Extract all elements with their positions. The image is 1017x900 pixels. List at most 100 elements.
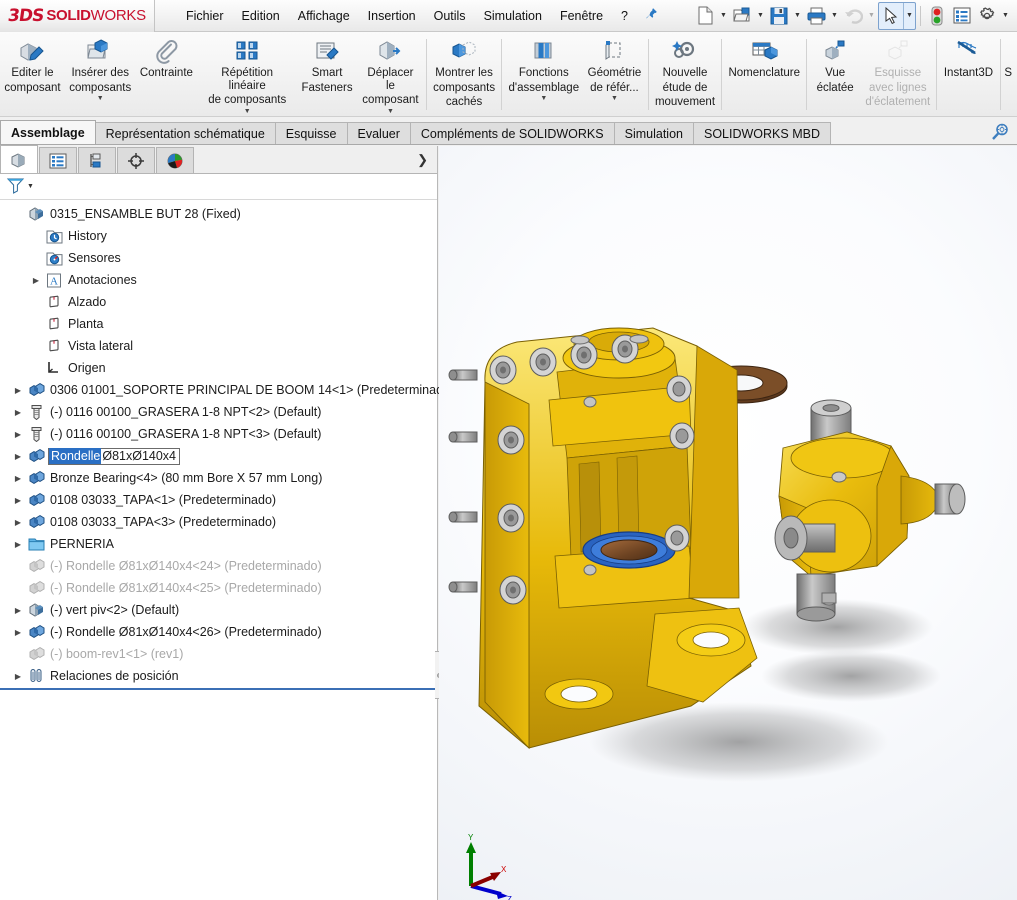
tree-item-history[interactable]: History <box>0 225 437 247</box>
chevron-right-icon[interactable]: ▶ <box>10 408 26 417</box>
assembly-3d-model[interactable]: Y Z X <box>439 146 1017 900</box>
menu-help[interactable]: ? <box>612 5 637 27</box>
menu-simulation[interactable]: Simulation <box>475 5 551 27</box>
solidworks-logo[interactable]: 3DS SOLID WORKS <box>0 0 155 32</box>
configuration-manager-tab[interactable] <box>78 147 116 173</box>
move-component-button[interactable]: Déplacer le composant ▼ <box>357 35 424 116</box>
assembly-features-button[interactable]: Fonctions d'assemblage ▼ <box>504 35 583 103</box>
tree-item-tapa-3[interactable]: ▶ 0108 03033_TAPA<3> (Predeterminado) <box>0 511 437 533</box>
open-document-icon[interactable] <box>730 3 754 29</box>
tree-item-grasera-3[interactable]: ▶ (-) 0116 00100_GRASERA 1-8 NPT<3> (Defa… <box>0 423 437 445</box>
tree-item-boom-rev1[interactable]: (-) boom-rev1<1> (rev1) <box>0 643 437 665</box>
tree-item-vista-lateral[interactable]: Vista lateral <box>0 335 437 357</box>
tree-item-perneria[interactable]: ▶ PERNERIA <box>0 533 437 555</box>
assembly-features-dropdown-icon[interactable]: ▼ <box>540 95 547 103</box>
tree-item-soporte-principal[interactable]: ▶ 0306 01001_SOPORTE PRINCIPAL DE BOOM 14… <box>0 379 454 401</box>
save-icon[interactable] <box>767 3 791 29</box>
tree-item-rondelle-26[interactable]: ▶ (-) Rondelle Ø81xØ140x4<26> (Predetermi… <box>0 621 437 643</box>
feature-tree-filter[interactable]: ▼ <box>0 174 437 200</box>
svg-text:A: A <box>50 275 58 287</box>
tab-representation-schematique[interactable]: Représentation schématique <box>94 122 276 144</box>
exploded-view-button[interactable]: Vue éclatée <box>809 35 861 94</box>
instant3d-button[interactable]: Instant3D <box>939 35 997 80</box>
chevron-right-icon[interactable]: ▶ <box>10 452 26 461</box>
tab-esquisse[interactable]: Esquisse <box>274 122 348 144</box>
reference-geometry-button[interactable]: Géométrie de référ... ▼ <box>583 35 645 103</box>
display-manager-tab[interactable] <box>156 147 194 173</box>
undo-dropdown-icon[interactable]: ▼ <box>866 3 877 29</box>
linear-pattern-dropdown-icon[interactable]: ▼ <box>244 108 251 116</box>
tree-item-sensores[interactable]: Sensores <box>0 247 437 269</box>
tree-item-rondelle-24[interactable]: (-) Rondelle Ø81xØ140x4<24> (Predetermin… <box>0 555 437 577</box>
tab-assemblage[interactable]: Assemblage <box>0 120 96 144</box>
new-document-icon[interactable] <box>693 3 717 29</box>
menu-fenetre[interactable]: Fenêtre <box>551 5 612 27</box>
open-document-dropdown-icon[interactable]: ▼ <box>755 3 766 29</box>
tab-solidworks-mbd[interactable]: SOLIDWORKS MBD <box>692 122 831 144</box>
menu-insertion[interactable]: Insertion <box>359 5 425 27</box>
reference-geometry-dropdown-icon[interactable]: ▼ <box>611 95 618 103</box>
chevron-right-icon[interactable]: ▶ <box>10 474 26 483</box>
rename-input[interactable]: Rondelle Ø81xØ140x4 <box>48 447 181 465</box>
property-manager-tab[interactable] <box>39 147 77 173</box>
show-hidden-components-button[interactable]: Montrer les composants cachés <box>429 35 500 109</box>
chevron-right-icon[interactable]: ▶ <box>10 386 26 395</box>
edit-component-button[interactable]: Editer le composant <box>0 35 65 94</box>
print-dropdown-icon[interactable]: ▼ <box>829 3 840 29</box>
tree-item-rondelle-editing[interactable]: ▶ Rondelle Ø81xØ140x4 <box>0 445 437 467</box>
tab-evaluer[interactable]: Evaluer <box>346 122 411 144</box>
chevron-right-icon[interactable]: ▶ <box>10 430 26 439</box>
chevron-right-icon[interactable]: ▶ <box>10 496 26 505</box>
pushpin-icon[interactable] <box>645 7 658 24</box>
menu-fichier[interactable]: Fichier <box>177 5 233 27</box>
bill-of-materials-button[interactable]: Nomenclature <box>724 35 804 80</box>
tree-item-rondelle-25[interactable]: (-) Rondelle Ø81xØ140x4<25> (Predetermin… <box>0 577 437 599</box>
move-component-dropdown-icon[interactable]: ▼ <box>387 108 394 116</box>
menu-outils[interactable]: Outils <box>425 5 475 27</box>
menu-edition[interactable]: Edition <box>233 5 289 27</box>
menu-affichage[interactable]: Affichage <box>289 5 359 27</box>
graphics-viewport[interactable]: Y Z X <box>439 146 1017 900</box>
tree-item-bronze-bearing[interactable]: ▶ Bronze Bearing<4> (80 mm Bore X 57 mm L… <box>0 467 437 489</box>
magnifier-search-icon[interactable] <box>991 123 1009 144</box>
chevron-right-icon[interactable]: ❯ <box>417 152 437 173</box>
dimxpert-manager-tab[interactable] <box>117 147 155 173</box>
undo-icon[interactable] <box>841 3 865 29</box>
new-document-dropdown-icon[interactable]: ▼ <box>718 3 729 29</box>
feature-tree-tab[interactable] <box>0 145 38 173</box>
settings-gear-icon[interactable] <box>975 3 999 29</box>
filter-dropdown-icon[interactable]: ▼ <box>27 183 34 190</box>
chevron-right-icon[interactable]: ▶ <box>10 628 26 637</box>
tree-item-vert-piv-2[interactable]: ▶ (-) vert piv<2> (Default) <box>0 599 437 621</box>
save-dropdown-icon[interactable]: ▼ <box>792 3 803 29</box>
tree-item-anotaciones[interactable]: ▶ A Anotaciones <box>0 269 437 291</box>
ribbon-overflow-button[interactable]: S <box>1002 35 1016 80</box>
tree-item-alzado[interactable]: Alzado <box>0 291 437 313</box>
smart-fasteners-button[interactable]: Smart Fasteners <box>297 35 357 94</box>
insert-components-button[interactable]: Insérer des composants ▼ <box>65 35 136 103</box>
tree-item-tapa-1[interactable]: ▶ 0108 03033_TAPA<1> (Predeterminado) <box>0 489 437 511</box>
chevron-right-icon[interactable]: ▶ <box>10 518 26 527</box>
chevron-right-icon[interactable]: ▶ <box>28 276 44 285</box>
mate-button[interactable]: Contrainte <box>135 35 197 80</box>
select-dropdown-icon[interactable]: ▼ <box>904 3 915 29</box>
tree-item-root[interactable]: 0315_ENSAMBLE BUT 28 (Fixed) <box>0 203 437 225</box>
tree-item-mates[interactable]: ▶ Relaciones de posición <box>0 665 437 687</box>
print-icon[interactable] <box>804 3 828 29</box>
chevron-right-icon[interactable]: ▶ <box>10 540 26 549</box>
tree-item-origen[interactable]: Origen <box>0 357 437 379</box>
rebuild-status-icon[interactable] <box>925 3 949 29</box>
chevron-right-icon[interactable]: ▶ <box>10 606 26 615</box>
tree-item-grasera-2[interactable]: ▶ (-) 0116 00100_GRASERA 1-8 NPT<2> (Defa… <box>0 401 437 423</box>
chevron-right-icon[interactable]: ▶ <box>10 672 26 681</box>
tab-complements-solidworks[interactable]: Compléments de SOLIDWORKS <box>409 122 615 144</box>
insert-components-dropdown-icon[interactable]: ▼ <box>97 95 104 103</box>
select-cursor-icon[interactable] <box>879 3 903 29</box>
linear-component-pattern-button[interactable]: Répétition linéaire de composants ▼ <box>197 35 297 116</box>
tree-item-planta[interactable]: Planta <box>0 313 437 335</box>
origin-icon <box>44 360 64 376</box>
options-list-icon[interactable] <box>950 3 974 29</box>
settings-dropdown-icon[interactable]: ▼ <box>1000 3 1011 29</box>
tab-simulation[interactable]: Simulation <box>613 122 694 144</box>
new-motion-study-button[interactable]: Nouvelle étude de mouvement <box>651 35 720 109</box>
